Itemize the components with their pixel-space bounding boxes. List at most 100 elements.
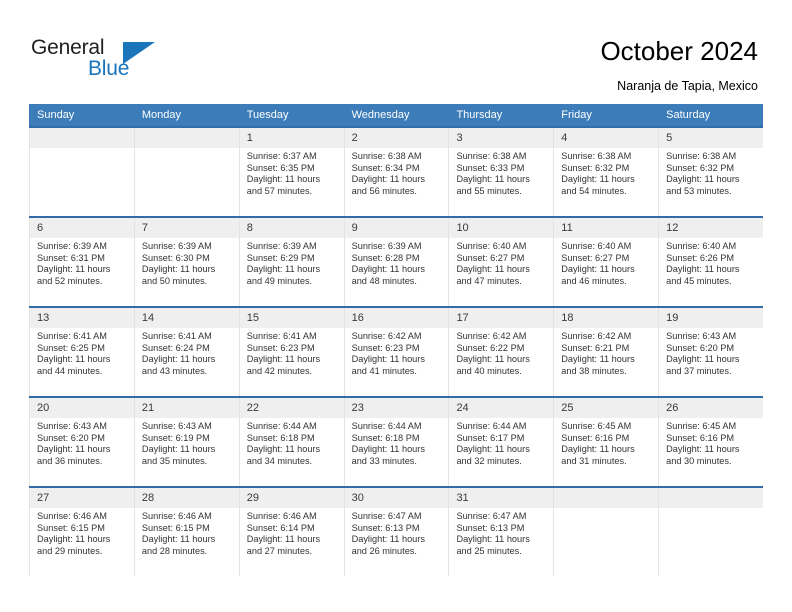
- day-sunset-text: Sunset: 6:32 PM: [666, 162, 735, 173]
- day-number: [659, 488, 764, 508]
- page-header: General Blue October 2024 Naranja de Tap…: [0, 0, 792, 100]
- calendar-day-cell[interactable]: 25 Sunrise: 6:45 AM Sunset: 6:16 PM Dayligh…: [553, 398, 659, 486]
- day-sunset-text: Sunset: 6:35 PM: [246, 162, 315, 173]
- weekday-header-wednesday: Wednesday: [351, 109, 410, 121]
- day-sunset-text: Sunset: 6:26 PM: [666, 252, 735, 263]
- calendar-day-cell[interactable]: 1 Sunrise: 6:37 AM Sunset: 6:35 PM Daylight…: [238, 128, 344, 216]
- calendar-day-cell[interactable]: 30 Sunrise: 6:47 AM Sunset: 6:13 PM Dayligh…: [343, 488, 449, 576]
- calendar-day-cell[interactable]: 24 Sunrise: 6:44 AM Sunset: 6:17 PM Dayligh…: [448, 398, 554, 486]
- calendar-day-cell[interactable]: 11 Sunrise: 6:40 AM Sunset: 6:27 PM Dayligh…: [553, 218, 659, 306]
- day-sun-info: Sunrise: 6:47 AM Sunset: 6:13 PM Daylight:…: [449, 508, 553, 557]
- day-sunrise-text: Sunrise: 6:41 AM: [141, 331, 212, 341]
- day-sunrise-text: Sunrise: 6:43 AM: [666, 331, 737, 341]
- day-daylight-1-text: Daylight: 11 hours: [351, 264, 425, 275]
- day-number: 13: [30, 308, 134, 328]
- day-sunrise-text: Sunrise: 6:47 AM: [456, 511, 527, 521]
- day-sunrise-text: Sunrise: 6:44 AM: [456, 421, 527, 431]
- day-daylight-2-text: and 29 minutes.: [37, 545, 103, 556]
- calendar-day-cell[interactable]: 29 Sunrise: 6:46 AM Sunset: 6:14 PM Dayligh…: [238, 488, 344, 576]
- day-sun-info: Sunrise: 6:43 AM Sunset: 6:19 PM Daylight:…: [135, 418, 239, 467]
- day-number: 4: [554, 128, 659, 148]
- day-sun-info: Sunrise: 6:38 AM Sunset: 6:33 PM Daylight:…: [449, 148, 553, 197]
- day-sunrise-text: Sunrise: 6:40 AM: [456, 241, 527, 251]
- calendar-day-cell[interactable]: 14 Sunrise: 6:41 AM Sunset: 6:24 PM Dayligh…: [133, 308, 239, 396]
- day-daylight-1-text: Daylight: 11 hours: [246, 354, 321, 365]
- calendar-week-row: 1 Sunrise: 6:37 AM Sunset: 6:35 PM Daylight…: [29, 126, 764, 216]
- day-sunrise-text: Sunrise: 6:37 AM: [246, 151, 317, 161]
- calendar-day-cell[interactable]: 7 Sunrise: 6:39 AM Sunset: 6:30 PM Daylight…: [133, 218, 239, 306]
- day-daylight-2-text: and 56 minutes.: [351, 185, 417, 196]
- calendar-day-cell[interactable]: 15 Sunrise: 6:41 AM Sunset: 6:23 PM Dayligh…: [238, 308, 344, 396]
- day-sunset-text: Sunset: 6:20 PM: [37, 432, 105, 443]
- calendar-day-cell[interactable]: 18 Sunrise: 6:42 AM Sunset: 6:21 PM Dayligh…: [553, 308, 659, 396]
- brand-logo[interactable]: General Blue: [31, 36, 161, 84]
- day-sunset-text: Sunset: 6:33 PM: [456, 162, 525, 173]
- day-daylight-1-text: Daylight: 11 hours: [561, 354, 635, 365]
- day-daylight-2-text: and 31 minutes.: [561, 455, 627, 466]
- day-number: 1: [239, 128, 344, 148]
- day-sunrise-text: Sunrise: 6:39 AM: [351, 241, 422, 251]
- calendar-day-cell[interactable]: 2 Sunrise: 6:38 AM Sunset: 6:34 PM Daylight…: [343, 128, 449, 216]
- day-sun-info: Sunrise: 6:39 AM Sunset: 6:28 PM Daylight:…: [345, 238, 449, 287]
- day-sunrise-text: Sunrise: 6:38 AM: [666, 151, 737, 161]
- day-number: [134, 128, 239, 148]
- day-number: 18: [554, 308, 659, 328]
- calendar-day-cell[interactable]: 10 Sunrise: 6:40 AM Sunset: 6:27 PM Dayligh…: [448, 218, 554, 306]
- day-sunset-text: Sunset: 6:31 PM: [37, 252, 105, 263]
- day-sunset-text: Sunset: 6:13 PM: [456, 522, 525, 533]
- calendar-day-cell[interactable]: 28 Sunrise: 6:46 AM Sunset: 6:15 PM Dayligh…: [133, 488, 239, 576]
- calendar-week-row: 20 Sunrise: 6:43 AM Sunset: 6:20 PM Dayligh…: [29, 396, 764, 486]
- calendar-day-cell[interactable]: 4 Sunrise: 6:38 AM Sunset: 6:32 PM Daylight…: [553, 128, 659, 216]
- day-daylight-1-text: Daylight: 11 hours: [246, 174, 321, 185]
- day-number: 2: [344, 128, 449, 148]
- calendar-day-cell[interactable]: 3 Sunrise: 6:38 AM Sunset: 6:33 PM Daylight…: [448, 128, 554, 216]
- calendar-day-cell[interactable]: 26 Sunrise: 6:45 AM Sunset: 6:16 PM Dayligh…: [658, 398, 764, 486]
- calendar-day-cell[interactable]: 20 Sunrise: 6:43 AM Sunset: 6:20 PM Dayligh…: [29, 398, 134, 486]
- day-daylight-2-text: and 49 minutes.: [246, 275, 313, 286]
- day-sunset-text: Sunset: 6:22 PM: [456, 342, 525, 353]
- calendar-day-cell[interactable]: 8 Sunrise: 6:39 AM Sunset: 6:29 PM Daylight…: [238, 218, 344, 306]
- day-daylight-2-text: and 28 minutes.: [141, 545, 208, 556]
- calendar-day-cell[interactable]: 5 Sunrise: 6:38 AM Sunset: 6:32 PM Daylight…: [658, 128, 764, 216]
- day-daylight-2-text: and 25 minutes.: [456, 545, 522, 556]
- day-sun-info: Sunrise: 6:45 AM Sunset: 6:16 PM Daylight:…: [659, 418, 763, 467]
- day-number: 23: [344, 398, 449, 418]
- day-sunset-text: Sunset: 6:13 PM: [351, 522, 420, 533]
- calendar-day-cell[interactable]: 12 Sunrise: 6:40 AM Sunset: 6:26 PM Dayligh…: [658, 218, 764, 306]
- day-sunrise-text: Sunrise: 6:38 AM: [561, 151, 632, 161]
- calendar-day-cell[interactable]: 21 Sunrise: 6:43 AM Sunset: 6:19 PM Dayligh…: [133, 398, 239, 486]
- day-daylight-2-text: and 36 minutes.: [37, 455, 103, 466]
- calendar-day-cell[interactable]: 19 Sunrise: 6:43 AM Sunset: 6:20 PM Dayligh…: [658, 308, 764, 396]
- calendar-day-cell[interactable]: 17 Sunrise: 6:42 AM Sunset: 6:22 PM Dayligh…: [448, 308, 554, 396]
- day-sun-info: Sunrise: 6:45 AM Sunset: 6:16 PM Daylight:…: [554, 418, 658, 467]
- calendar-day-cell[interactable]: 27 Sunrise: 6:46 AM Sunset: 6:15 PM Dayligh…: [29, 488, 134, 576]
- calendar-day-cell-empty: [29, 128, 134, 216]
- day-sunset-text: Sunset: 6:28 PM: [351, 252, 420, 263]
- calendar-day-cell[interactable]: 16 Sunrise: 6:42 AM Sunset: 6:23 PM Dayligh…: [343, 308, 449, 396]
- page-subtitle: Naranja de Tapia, Mexico: [617, 79, 758, 93]
- day-number: 17: [449, 308, 554, 328]
- day-daylight-2-text: and 55 minutes.: [456, 185, 522, 196]
- day-sunrise-text: Sunrise: 6:44 AM: [351, 421, 422, 431]
- day-sun-info: Sunrise: 6:41 AM Sunset: 6:24 PM Daylight:…: [135, 328, 239, 377]
- day-daylight-2-text: and 40 minutes.: [456, 365, 522, 376]
- calendar-day-cell[interactable]: 6 Sunrise: 6:39 AM Sunset: 6:31 PM Daylight…: [29, 218, 134, 306]
- day-sunset-text: Sunset: 6:23 PM: [246, 342, 315, 353]
- day-daylight-1-text: Daylight: 11 hours: [37, 354, 111, 365]
- day-daylight-2-text: and 37 minutes.: [666, 365, 732, 376]
- day-daylight-1-text: Daylight: 11 hours: [561, 264, 635, 275]
- day-number: 21: [134, 398, 239, 418]
- day-number: 5: [659, 128, 764, 148]
- calendar-day-cell[interactable]: 23 Sunrise: 6:44 AM Sunset: 6:18 PM Dayligh…: [343, 398, 449, 486]
- day-number: 8: [239, 218, 344, 238]
- day-number: 6: [30, 218, 134, 238]
- day-number: 15: [239, 308, 344, 328]
- calendar-day-cell[interactable]: 9 Sunrise: 6:39 AM Sunset: 6:28 PM Daylight…: [343, 218, 449, 306]
- day-sun-info: Sunrise: 6:46 AM Sunset: 6:15 PM Daylight:…: [135, 508, 239, 557]
- day-sun-info: Sunrise: 6:46 AM Sunset: 6:15 PM Daylight:…: [30, 508, 134, 557]
- calendar-day-cell[interactable]: 31 Sunrise: 6:47 AM Sunset: 6:13 PM Dayligh…: [448, 488, 554, 576]
- calendar-day-cell[interactable]: 22 Sunrise: 6:44 AM Sunset: 6:18 PM Dayligh…: [238, 398, 344, 486]
- day-sun-info: Sunrise: 6:40 AM Sunset: 6:27 PM Daylight:…: [449, 238, 553, 287]
- calendar-day-cell[interactable]: 13 Sunrise: 6:41 AM Sunset: 6:25 PM Dayligh…: [29, 308, 134, 396]
- weekday-header-sunday: Sunday: [37, 109, 75, 121]
